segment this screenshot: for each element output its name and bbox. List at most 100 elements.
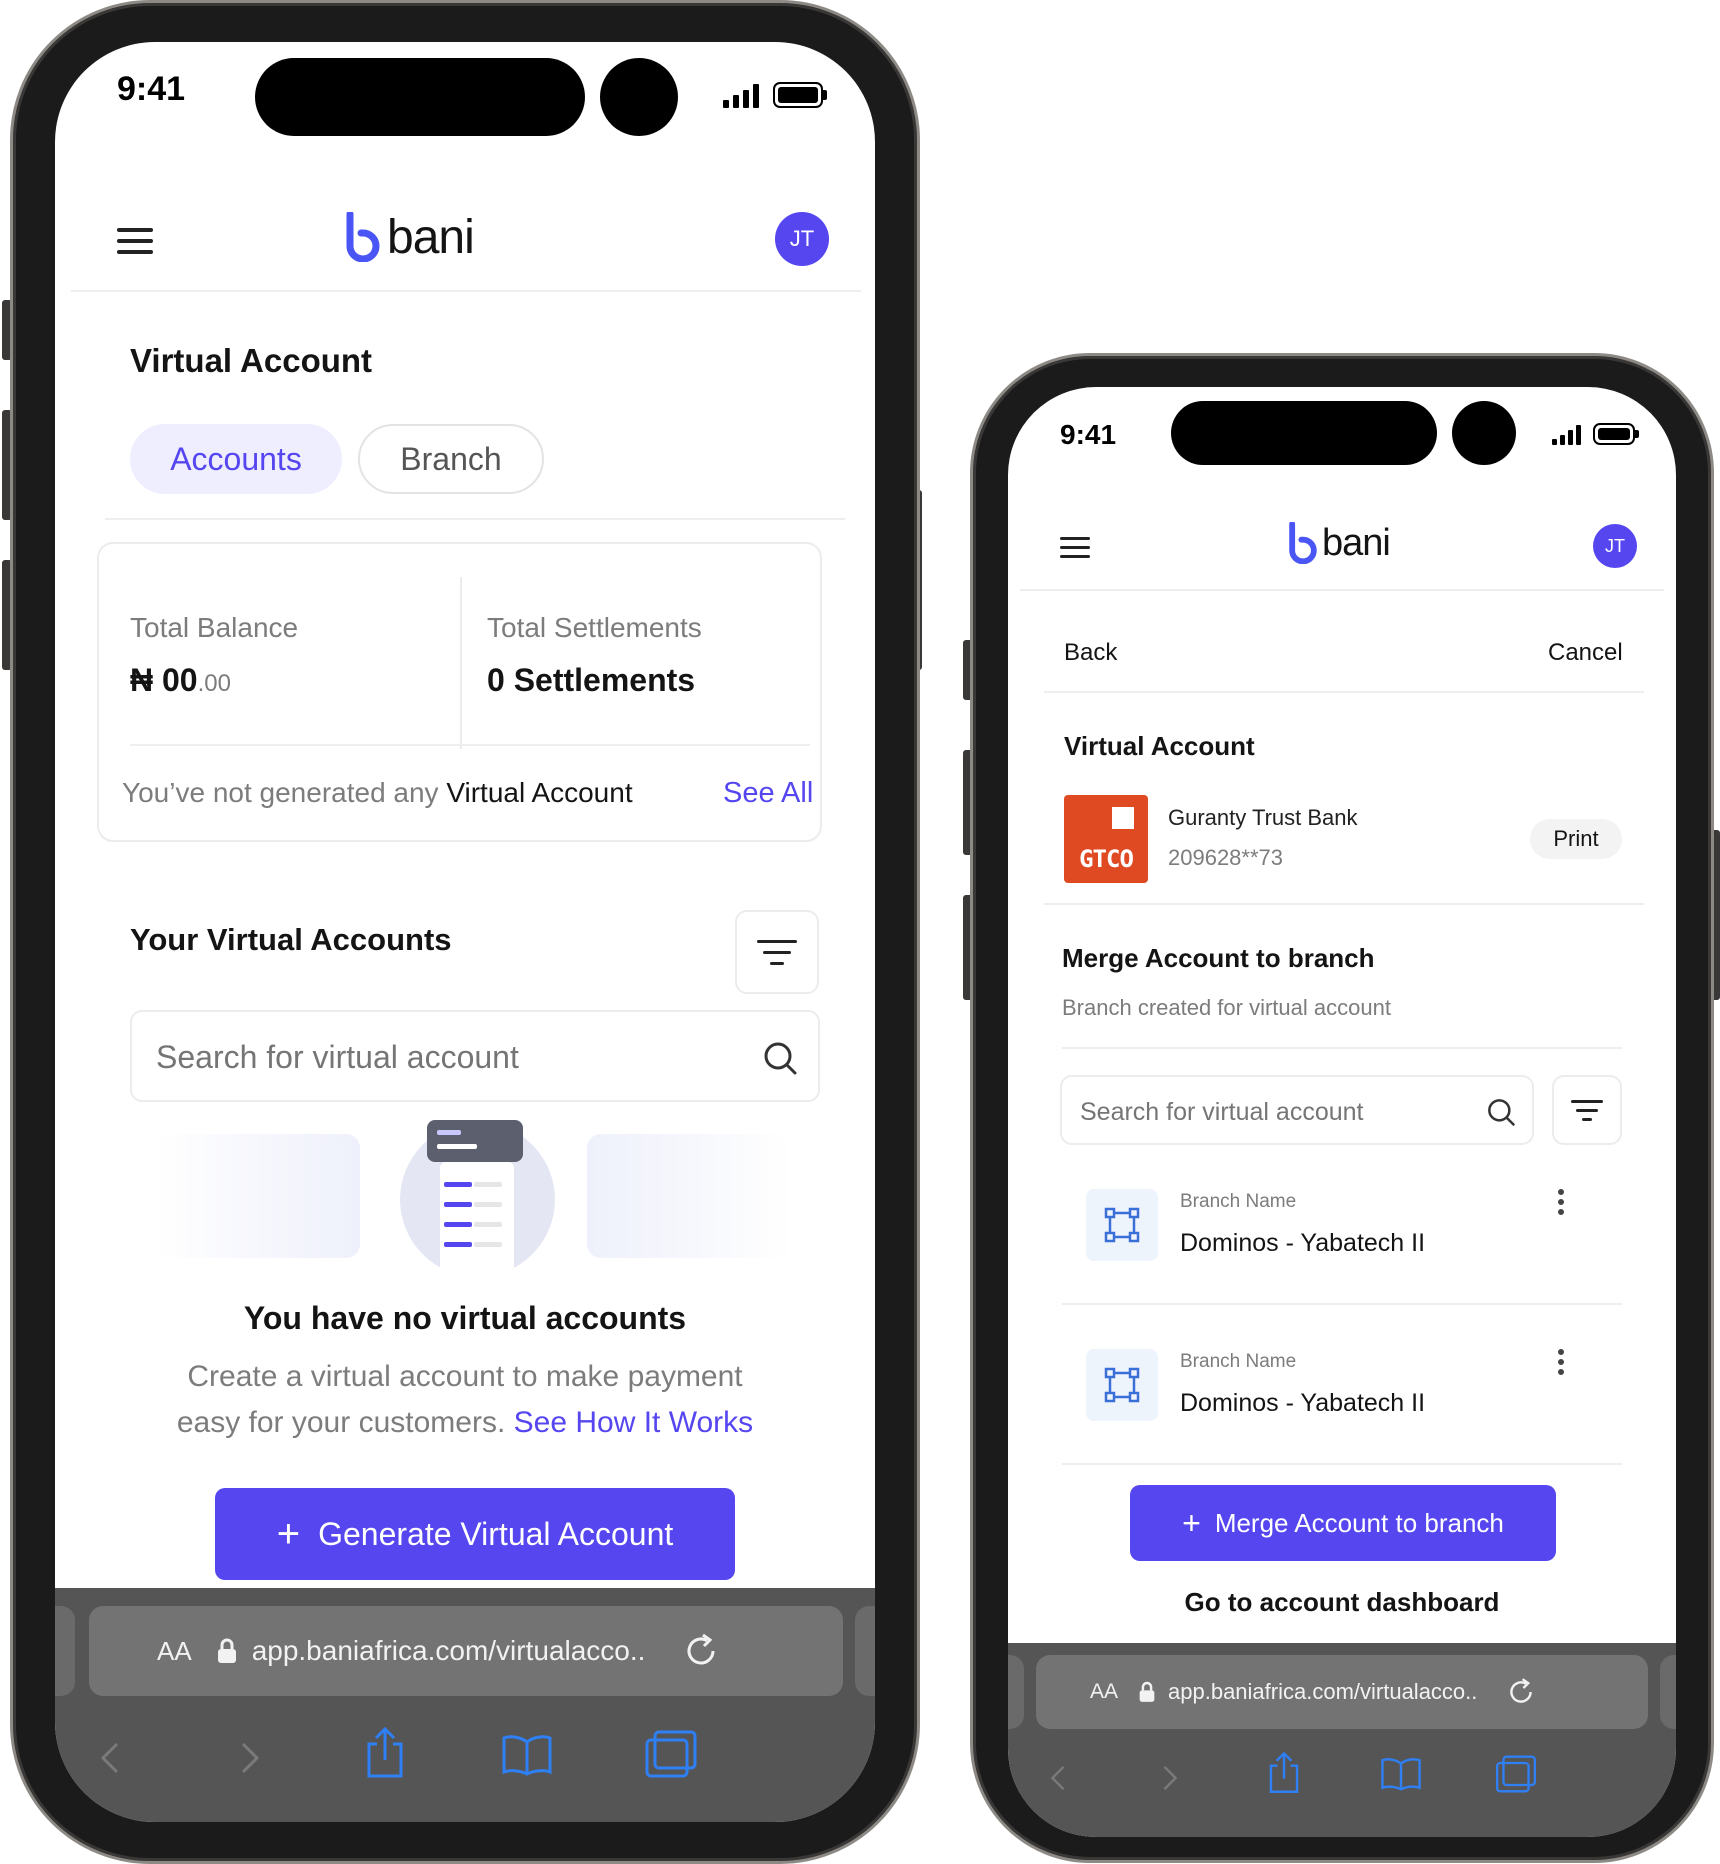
reload-icon[interactable] [681, 1631, 721, 1671]
search-icon[interactable] [762, 1040, 798, 1076]
balance-main: 00 [162, 662, 198, 698]
search-field[interactable] [130, 1010, 820, 1102]
filter-icon [757, 939, 797, 965]
adjacent-tab [55, 1606, 75, 1696]
divider [71, 290, 861, 292]
forward-icon[interactable] [1158, 1761, 1182, 1795]
merge-account-button[interactable]: + Merge Account to branch [1130, 1485, 1556, 1561]
divider [1062, 1463, 1622, 1465]
camera [1452, 401, 1516, 465]
see-all-link[interactable]: See All [723, 777, 813, 810]
bank-name: Guranty Trust Bank [1168, 805, 1358, 830]
divider [1062, 1303, 1622, 1305]
total-balance-label: Total Balance [130, 612, 299, 643]
filter-icon [1571, 1099, 1603, 1121]
battery-icon [1593, 423, 1639, 445]
address-bar[interactable]: AA app.baniafrica.com/virtualacco.. [1036, 1655, 1648, 1729]
reload-icon[interactable] [1505, 1676, 1537, 1708]
search-icon[interactable] [1486, 1097, 1516, 1127]
screen: 9:41 bani JT [55, 42, 875, 1822]
search-input[interactable] [154, 1030, 718, 1084]
adjacent-tab [855, 1606, 875, 1696]
url-text: app.baniafrica.com/virtualacco.. [251, 1635, 646, 1666]
gtco-logo-text: GTCO [1079, 845, 1134, 873]
logo-text: bani [1322, 521, 1391, 564]
status-icons [723, 82, 827, 108]
account-dashboard-link[interactable]: Go to account dashboard [1008, 1587, 1676, 1618]
total-settlements-value: 0 Settlements [487, 662, 696, 698]
logo-text: bani [387, 210, 475, 264]
bookmarks-icon[interactable] [1380, 1757, 1422, 1791]
address-bar[interactable]: AA app.baniafrica.com/virtualacco.. [89, 1606, 843, 1696]
list-item[interactable]: Branch Name Dominos - Yabatech II [1062, 1325, 1622, 1453]
signal-icon [723, 84, 759, 108]
menu-icon[interactable] [117, 228, 153, 254]
bani-logo-icon [346, 212, 380, 262]
notice-emphasis: Virtual Account [446, 777, 633, 808]
branch-icon [1104, 1207, 1140, 1243]
total-settlements-label: Total Settlements [487, 612, 702, 643]
screen: 9:41 bani JT [1008, 387, 1676, 1837]
share-icon[interactable] [1266, 1751, 1302, 1795]
search-input[interactable] [1078, 1091, 1462, 1133]
notice-prefix: You’ve not generated any [122, 777, 447, 808]
logo: bani [1288, 515, 1391, 571]
camera [600, 58, 678, 136]
adjacent-tab [1660, 1655, 1676, 1729]
tab-label: Accounts [170, 440, 302, 477]
divider [130, 744, 810, 746]
tabs-icon[interactable] [643, 1728, 699, 1780]
branch-icon-box [1086, 1189, 1158, 1261]
more-icon[interactable] [1558, 1189, 1566, 1215]
cancel-link[interactable]: Cancel [1548, 639, 1623, 667]
back-icon[interactable] [95, 1738, 125, 1778]
text-size-button[interactable]: AA [1090, 1680, 1118, 1704]
plus-icon: + [276, 1511, 301, 1556]
more-icon[interactable] [1558, 1349, 1566, 1375]
total-balance-value: ₦ 00.00 [130, 662, 231, 699]
see-how-it-works-link[interactable]: See How It Works [514, 1406, 754, 1439]
text-size-button[interactable]: AA [157, 1636, 192, 1667]
lock-icon [1139, 1681, 1155, 1702]
signal-icon [1552, 425, 1581, 445]
forward-icon[interactable] [235, 1738, 265, 1778]
avatar[interactable]: JT [1593, 524, 1637, 568]
illustration-card-left [155, 1134, 360, 1258]
tab-branch[interactable]: Branch [358, 424, 544, 494]
generate-virtual-account-button[interactable]: + Generate Virtual Account [215, 1488, 735, 1580]
branch-label: Branch Name [1180, 1191, 1297, 1212]
bookmarks-icon[interactable] [501, 1734, 553, 1776]
tabs-icon[interactable] [1494, 1753, 1538, 1795]
list-item[interactable]: Branch Name Dominos - Yabatech II [1062, 1165, 1622, 1293]
browser-toolbar: AA app.baniafrica.com/virtualacco.. [1008, 1643, 1676, 1837]
back-link[interactable]: Back [1064, 639, 1117, 667]
dynamic-island [255, 58, 585, 136]
filter-button[interactable] [735, 910, 819, 994]
gtco-square-icon [1112, 807, 1134, 829]
share-icon[interactable] [363, 1726, 407, 1780]
filter-button[interactable] [1552, 1075, 1622, 1145]
branch-icon [1104, 1367, 1140, 1403]
list-title: Your Virtual Accounts [130, 922, 452, 957]
empty-desc-text: easy for your customers. [176, 1406, 506, 1439]
url-text: app.baniafrica.com/virtualacco.. [1168, 1679, 1478, 1704]
gtco-logo: GTCO [1064, 795, 1148, 883]
avatar[interactable]: JT [775, 212, 829, 266]
tab-accounts[interactable]: Accounts [130, 424, 342, 494]
divider [460, 577, 462, 749]
notice-text: You’ve not generated any Virtual Account [122, 777, 633, 809]
browser-toolbar: AA app.baniafrica.com/virtualacco.. [55, 1588, 875, 1822]
button-label: Merge Account to branch [1214, 1507, 1504, 1538]
search-field[interactable] [1060, 1075, 1534, 1145]
back-icon[interactable] [1046, 1761, 1070, 1795]
adjacent-tab [1008, 1655, 1024, 1729]
divider [1062, 1047, 1622, 1049]
account-number: 209628**73 [1168, 845, 1284, 870]
branch-name: Dominos - Yabatech II [1180, 1389, 1426, 1417]
bani-logo-icon [1289, 522, 1317, 564]
branch-label: Branch Name [1180, 1351, 1297, 1372]
divider [1020, 589, 1664, 591]
button-label: Generate Virtual Account [318, 1515, 674, 1552]
menu-icon[interactable] [1060, 537, 1090, 558]
print-button[interactable]: Print [1530, 819, 1622, 859]
